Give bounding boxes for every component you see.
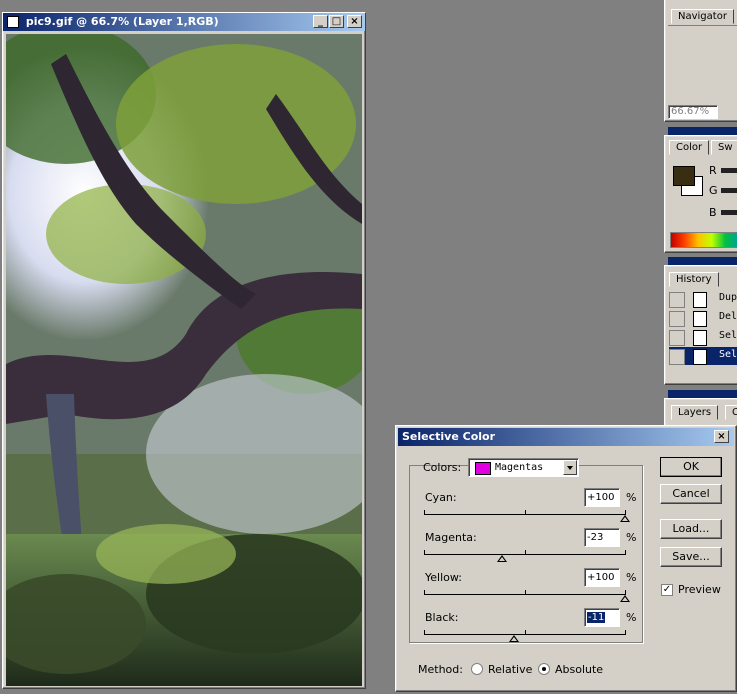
navigator-panel: Navigator 66.67% bbox=[664, 0, 737, 122]
tab-swatches[interactable]: Sw bbox=[711, 140, 737, 155]
yellow-value-field[interactable]: +100 bbox=[584, 568, 620, 587]
tab-history[interactable]: History bbox=[669, 272, 719, 287]
maximize-button[interactable]: □ bbox=[329, 15, 344, 28]
navigator-preview bbox=[668, 25, 737, 106]
colors-swatch bbox=[475, 462, 491, 475]
history-checkbox[interactable] bbox=[669, 311, 685, 327]
black-value-field[interactable]: -11 bbox=[584, 608, 620, 627]
magenta-slider[interactable] bbox=[424, 550, 626, 562]
slider-thumb[interactable] bbox=[497, 555, 507, 562]
history-item[interactable]: Sel bbox=[669, 328, 737, 346]
cyan-percent-label: % bbox=[626, 491, 637, 504]
dialog-close-button[interactable]: × bbox=[714, 430, 729, 443]
slider-thumb[interactable] bbox=[620, 595, 630, 602]
slider-thumb[interactable] bbox=[620, 515, 630, 522]
magenta-percent-label: % bbox=[626, 531, 637, 544]
history-item-label: Dup bbox=[719, 292, 737, 303]
close-button[interactable]: × bbox=[347, 15, 362, 28]
document-icon bbox=[7, 16, 19, 28]
history-item-label: Del bbox=[719, 311, 737, 322]
image-window: pic9.gif @ 66.7% (Layer 1,RGB) _ □ × bbox=[2, 12, 366, 689]
history-checkbox[interactable] bbox=[669, 349, 685, 365]
load-button[interactable]: Load... bbox=[660, 519, 722, 539]
preview-checkbox[interactable]: ✓ bbox=[661, 584, 673, 596]
black-label: Black: bbox=[425, 611, 459, 624]
cancel-button[interactable]: Cancel bbox=[660, 484, 722, 504]
minimize-button[interactable]: _ bbox=[313, 15, 328, 28]
method-absolute-radio[interactable] bbox=[538, 663, 550, 675]
method-relative-label[interactable]: Relative bbox=[488, 663, 532, 676]
method-relative-radio[interactable] bbox=[471, 663, 483, 675]
history-item[interactable]: Dup bbox=[669, 290, 737, 308]
channel-r-slider[interactable] bbox=[721, 168, 737, 173]
black-slider[interactable] bbox=[424, 630, 626, 642]
preview-label[interactable]: Preview bbox=[678, 583, 721, 596]
channel-r-label: R bbox=[709, 164, 717, 177]
history-item-selected[interactable]: Sel bbox=[669, 347, 737, 365]
colors-dropdown[interactable]: Magentas bbox=[468, 458, 579, 477]
channel-g-label: G bbox=[709, 184, 718, 197]
image-window-title: pic9.gif @ 66.7% (Layer 1,RGB) bbox=[25, 15, 219, 28]
colors-value: Magentas bbox=[495, 462, 544, 473]
channel-b-label: B bbox=[709, 206, 717, 219]
tab-navigator[interactable]: Navigator bbox=[671, 9, 734, 24]
method-label: Method: bbox=[418, 663, 463, 676]
layers-panel-titlebar[interactable] bbox=[668, 390, 737, 398]
foreground-color-swatch[interactable] bbox=[673, 166, 695, 186]
history-item[interactable]: Del bbox=[669, 309, 737, 327]
image-window-titlebar[interactable]: pic9.gif @ 66.7% (Layer 1,RGB) _ □ × bbox=[3, 13, 365, 31]
history-state-icon bbox=[693, 330, 707, 346]
cyan-slider[interactable] bbox=[424, 510, 630, 522]
channel-b-slider[interactable] bbox=[721, 210, 737, 215]
selective-color-dialog: Selective Color × Colors: Magentas Cyan:… bbox=[395, 425, 737, 692]
history-panel: History Dup Del Sel Sel bbox=[664, 265, 737, 385]
radio-dot bbox=[542, 667, 546, 671]
history-state-icon bbox=[693, 349, 707, 365]
tab-color[interactable]: Color bbox=[669, 140, 710, 155]
dialog-titlebar[interactable]: Selective Color × bbox=[398, 428, 734, 446]
colors-label: Colors: bbox=[423, 461, 462, 474]
cyan-label: Cyan: bbox=[425, 491, 457, 504]
save-button[interactable]: Save... bbox=[660, 547, 722, 567]
navigator-zoom-field[interactable]: 66.67% bbox=[668, 105, 718, 119]
history-panel-titlebar[interactable] bbox=[668, 257, 737, 265]
chevron-down-icon bbox=[567, 466, 573, 470]
method-absolute-label[interactable]: Absolute bbox=[555, 663, 603, 676]
history-item-label: Sel bbox=[719, 330, 737, 341]
yellow-label: Yellow: bbox=[425, 571, 462, 584]
color-panel: Color Sw R G B bbox=[664, 135, 737, 253]
black-value-selected: -11 bbox=[587, 612, 606, 623]
history-state-icon bbox=[693, 292, 707, 308]
ok-button[interactable]: OK bbox=[660, 457, 722, 477]
history-checkbox[interactable] bbox=[669, 292, 685, 308]
yellow-slider[interactable] bbox=[424, 590, 630, 602]
tab-layers[interactable]: Layers bbox=[671, 405, 719, 420]
yellow-percent-label: % bbox=[626, 571, 637, 584]
color-spectrum-bar[interactable] bbox=[670, 232, 737, 248]
dropdown-arrow-button[interactable] bbox=[563, 460, 577, 475]
history-item-label: Sel bbox=[719, 349, 737, 360]
history-state-icon bbox=[693, 311, 707, 327]
slider-thumb[interactable] bbox=[509, 635, 519, 642]
tab-channels[interactable]: C bbox=[725, 405, 737, 420]
cyan-value-field[interactable]: +100 bbox=[584, 488, 620, 507]
color-panel-titlebar[interactable] bbox=[668, 127, 737, 135]
black-percent-label: % bbox=[626, 611, 637, 624]
dialog-title: Selective Color bbox=[402, 430, 496, 443]
channel-g-slider[interactable] bbox=[721, 188, 737, 193]
magenta-value-field[interactable]: -23 bbox=[584, 528, 620, 547]
photo-canvas[interactable] bbox=[6, 34, 362, 686]
history-checkbox[interactable] bbox=[669, 330, 685, 346]
magenta-label: Magenta: bbox=[425, 531, 477, 544]
